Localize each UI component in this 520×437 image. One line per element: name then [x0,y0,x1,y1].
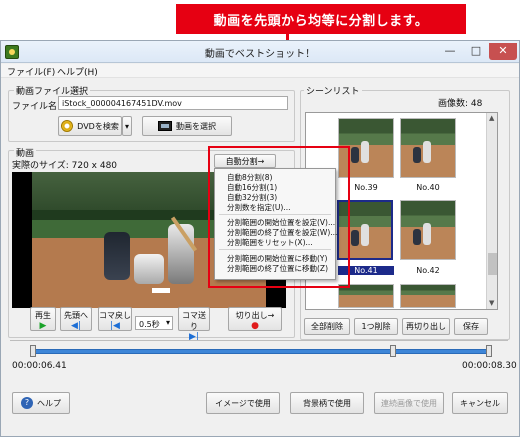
thumb-figure [413,147,421,163]
timeline-current-handle[interactable] [390,345,396,357]
to-start-button[interactable]: 先頭へ ◀| [60,307,92,331]
scene-thumbnail-label: No.42 [416,266,440,275]
chevron-down-icon: ▾ [165,318,170,327]
scene-thumbnail-label: No.40 [416,183,440,192]
dvd-disc-icon [61,120,74,132]
use-as-continuous-button: 連続画像で使用 [374,392,444,414]
timeline-end-handle[interactable] [486,345,492,357]
use-as-image-button[interactable]: イメージで使用 [206,392,280,414]
help-label: ヘルプ [37,398,61,408]
file-name-field[interactable]: iStock_000004167451DV.mov [58,96,288,110]
play-icon: ▶ [39,321,47,331]
dvd-dropdown-button[interactable]: ▾ [122,116,132,136]
thumb-figure [351,230,359,246]
image-count-label: 画像数: 48 [438,99,483,109]
select-video-label: 動画を選択 [176,121,216,131]
cancel-button[interactable]: キャンセル [452,392,508,414]
step-interval-value: 0.5秒 [139,320,160,329]
actual-size-label: 実際のサイズ: 720 x 480 [12,161,118,171]
use-as-background-button[interactable]: 背景柄で使用 [290,392,364,414]
record-icon: ● [251,321,259,331]
timeline-divider [10,340,508,341]
timeline-left-time: 00:00:06.41 [12,361,67,371]
maximize-button[interactable]: □ [463,43,489,60]
step-back-button[interactable]: コマ戻し |◀ [98,307,132,331]
scroll-down-icon[interactable]: ▼ [489,299,494,307]
close-button[interactable]: ✕ [489,43,517,60]
step-forward-label: コマ送り [182,311,206,331]
cut-out-button[interactable]: 切り出し→ ● [228,307,282,331]
to-start-icon: ◀| [71,321,81,331]
dvd-search-button[interactable]: DVDを検索 [58,116,122,136]
home-plate [152,288,170,293]
delete-all-button[interactable]: 全部削除 [304,318,350,335]
save-button[interactable]: 保存 [454,318,488,335]
thumb-figure [351,147,359,163]
minimize-button[interactable]: — [437,43,463,60]
cut-out-label: 切り出し→ [235,311,275,320]
scene-thumbnail[interactable] [400,118,456,178]
thumb-figure [361,224,369,246]
recut-button[interactable]: 再切り出し [402,318,450,335]
play-button[interactable]: 再生 ▶ [30,307,56,331]
umpire-figure [104,232,130,280]
thumb-figure [413,229,421,245]
select-video-button[interactable]: 動画を選択 [142,116,232,136]
menu-file[interactable]: ファイル(F) [7,65,55,78]
scene-thumbnail[interactable] [400,284,456,308]
title-bar: 動画でベストショット！ — □ ✕ [1,41,519,63]
highlight-frame [208,146,350,288]
scroll-up-icon[interactable]: ▲ [489,114,494,122]
timeline-start-handle[interactable] [30,345,36,357]
step-back-icon: |◀ [110,321,120,331]
thumb-figure [423,223,431,245]
to-start-label: 先頭へ [64,311,88,320]
thumb-figure [361,141,369,163]
scrollbar-thumb[interactable] [488,253,497,275]
help-button[interactable]: ? ヘルプ [12,392,70,414]
step-forward-button[interactable]: コマ送り ▶| [178,307,210,342]
dvd-search-label: DVDを検索 [77,121,119,131]
timeline-right-time: 00:00:08.30 [462,361,517,371]
file-name-label: ファイル名 [12,102,58,112]
step-interval-select[interactable]: 0.5秒 ▾ [135,316,173,330]
step-back-label: コマ戻し [99,311,131,320]
help-icon: ? [21,397,33,409]
scene-list-scrollbar[interactable]: ▲ ▼ [486,113,497,309]
scene-list-label: シーンリスト [304,84,362,97]
timeline-track[interactable] [30,349,490,354]
delete-one-button[interactable]: 1つ削除 [354,318,398,335]
menu-bar: ファイル(F) ヘルプ(H) [1,64,519,78]
thumb-figure [423,141,431,163]
play-label: 再生 [35,311,51,320]
menu-help[interactable]: ヘルプ(H) [57,65,98,78]
catcher-figure [134,254,164,284]
film-icon [158,121,172,131]
scene-thumbnail[interactable] [400,200,456,260]
annotation-callout: 動画を先頭から均等に分割します。 [176,4,466,34]
